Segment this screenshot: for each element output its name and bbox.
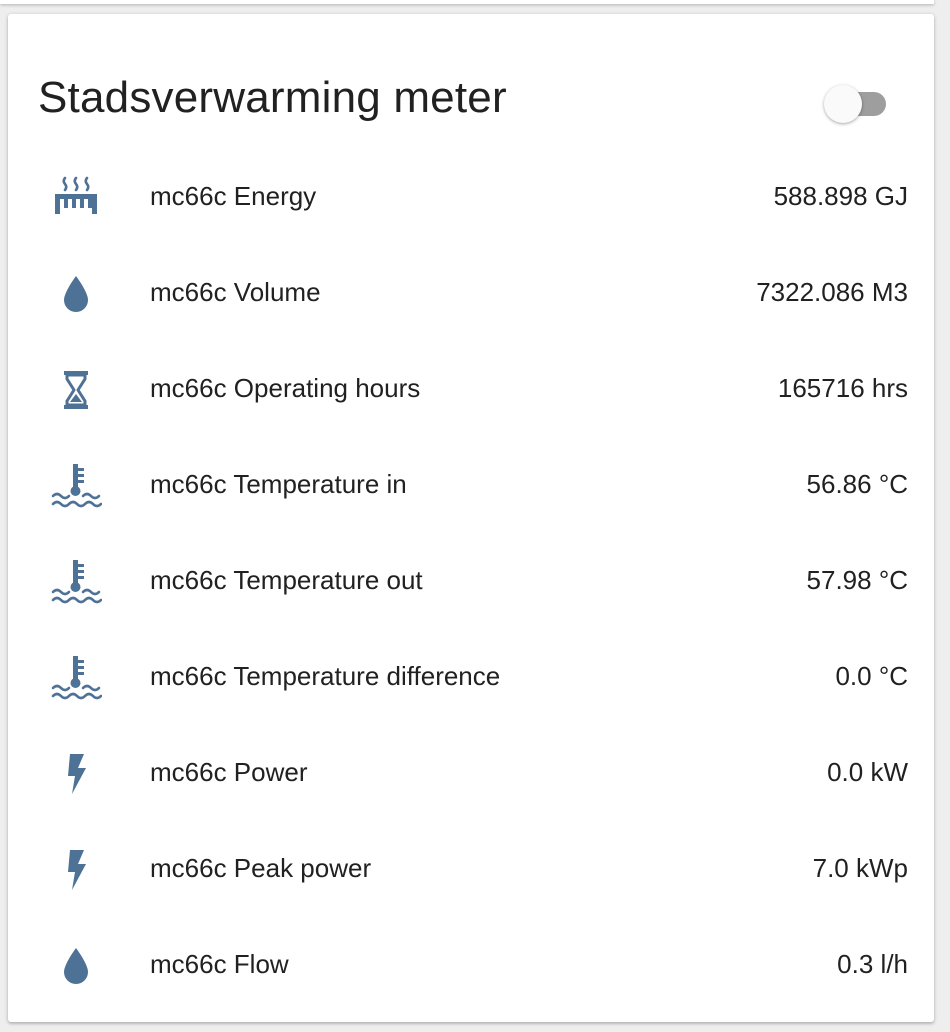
entity-value: 165716 hrs [777, 373, 908, 403]
entity-label: mc66c Operating hours [150, 373, 421, 403]
entity-value: 57.98 °C [806, 565, 908, 595]
toggle-thumb [824, 85, 862, 123]
entity-label: mc66c Peak power [150, 853, 372, 883]
entity-row-operating-hours[interactable]: mc66c Operating hours 165716 hrs [38, 342, 908, 438]
card-header: Stadsverwarming meter [38, 70, 908, 130]
entity-list: mc66c Energy 588.898 GJ mc66c Volume 732… [38, 150, 908, 1014]
thermometer-water-icon [50, 654, 102, 702]
entity-value: 0.3 l/h [837, 949, 908, 979]
water-drop-icon [50, 270, 102, 318]
entity-value: 7.0 kWp [812, 853, 908, 883]
entity-label: mc66c Volume [150, 277, 321, 307]
entity-value: 588.898 GJ [773, 181, 908, 211]
entity-label: mc66c Energy [150, 181, 317, 211]
entity-value: 0.0 °C [835, 661, 908, 691]
entity-row-energy[interactable]: mc66c Energy 588.898 GJ [38, 150, 908, 246]
entity-label: mc66c Temperature out [150, 565, 423, 595]
entity-row-peak-power[interactable]: mc66c Peak power 7.0 kWp [38, 822, 908, 918]
entity-row-temperature-difference[interactable]: mc66c Temperature difference 0.0 °C [38, 630, 908, 726]
group-toggle-switch[interactable] [816, 80, 892, 123]
entity-label: mc66c Temperature difference [150, 661, 501, 691]
flash-icon [50, 750, 102, 798]
radiator-icon [50, 174, 102, 222]
thermometer-water-icon [50, 558, 102, 606]
entity-label: mc66c Flow [150, 949, 289, 979]
card-title: Stadsverwarming meter [38, 73, 507, 122]
entity-value: 7322.086 M3 [756, 277, 908, 307]
entity-value: 56.86 °C [806, 469, 908, 499]
water-drop-icon [50, 942, 102, 990]
entity-row-volume[interactable]: mc66c Volume 7322.086 M3 [38, 246, 908, 342]
hourglass-icon [50, 366, 102, 414]
entity-label: mc66c Temperature in [150, 469, 407, 499]
previous-card-edge [0, 0, 934, 4]
entities-card: Stadsverwarming meter mc66c Energy 588.8… [8, 14, 934, 1022]
entity-value: 0.0 kW [827, 757, 908, 787]
entity-row-flow[interactable]: mc66c Flow 0.3 l/h [38, 918, 908, 1014]
entity-label: mc66c Power [150, 757, 308, 787]
entity-row-temperature-in[interactable]: mc66c Temperature in 56.86 °C [38, 438, 908, 534]
thermometer-water-icon [50, 462, 102, 510]
entity-row-power[interactable]: mc66c Power 0.0 kW [38, 726, 908, 822]
entity-row-temperature-out[interactable]: mc66c Temperature out 57.98 °C [38, 534, 908, 630]
flash-icon [50, 846, 102, 894]
